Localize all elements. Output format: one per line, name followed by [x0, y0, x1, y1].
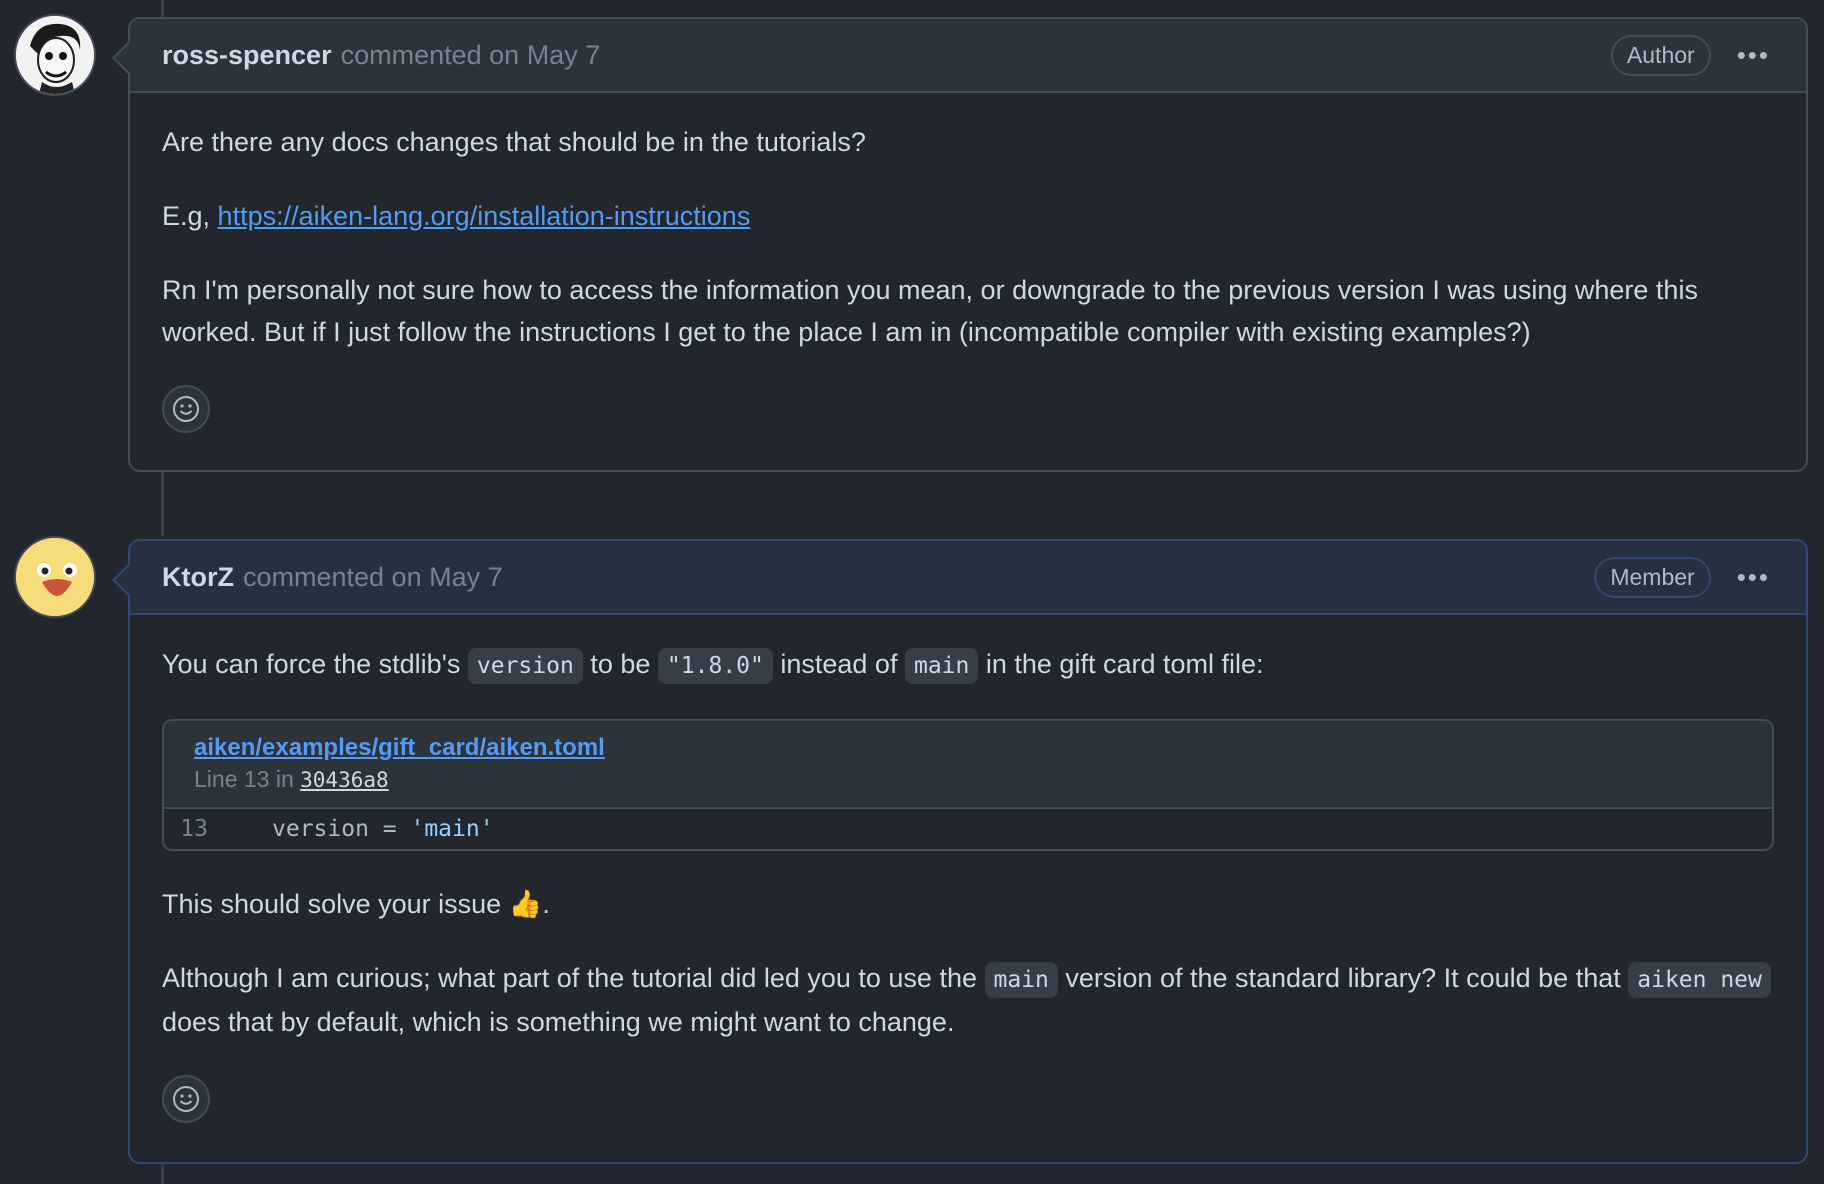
comment-header: KtorZ commented on May 7 Member ••• [130, 541, 1806, 615]
installation-link[interactable]: https://aiken-lang.org/installation-inst… [218, 201, 751, 231]
text-run: Although I am curious; what part of the … [162, 963, 977, 993]
text-run: in the gift card toml file: [985, 649, 1264, 679]
snippet-line-info: Line 13 in 30436a8 [194, 766, 389, 792]
text-run: instead of [780, 649, 898, 679]
code-string: 'main' [410, 816, 494, 842]
inline-code: main [984, 962, 1058, 998]
text-run: does that by default, which is something… [162, 1007, 955, 1037]
comment-paragraph: Are there any docs changes that should b… [162, 127, 866, 157]
inline-code: aiken new [1628, 962, 1771, 998]
inline-code: "1.8.0" [657, 648, 773, 684]
kebab-horizontal-icon[interactable]: ••• [1733, 562, 1774, 593]
thumbs-up-emoji: 👍 [508, 889, 543, 919]
smiley-icon [173, 1086, 199, 1112]
code-key: version = [272, 816, 411, 842]
comment-ross-spencer: ross-spencer commented on May 7 Author •… [112, 17, 1808, 472]
snippet-file-link[interactable]: aiken/examples/gift_card/aiken.toml [194, 733, 1742, 763]
comment-body: Are there any docs changes that should b… [130, 93, 1806, 463]
comment-timestamp[interactable]: commented on May 7 [341, 40, 601, 71]
add-reaction-button[interactable] [162, 385, 210, 433]
comment-paragraph: This should solve your issue 👍. [162, 883, 1774, 925]
commit-sha-link[interactable]: 30436a8 [300, 768, 389, 792]
comment-body: You can force the stdlib's version to be… [130, 615, 1806, 1153]
comment-paragraph: Rn I'm personally not sure how to access… [162, 275, 1698, 347]
code-snippet: aiken/examples/gift_card/aiken.toml Line… [162, 719, 1774, 851]
timeline-line-middle [161, 472, 164, 536]
comment-header: ross-spencer commented on May 7 Author •… [130, 19, 1806, 93]
text-run: Line 13 in [194, 766, 294, 792]
timeline-line-bottom [161, 1164, 164, 1184]
line-number[interactable]: 13 [164, 809, 236, 849]
inline-code: main [904, 648, 979, 684]
comment-paragraph: You can force the stdlib's version to be… [162, 643, 1774, 687]
kebab-horizontal-icon[interactable]: ••• [1733, 40, 1774, 71]
comment-author[interactable]: KtorZ [162, 562, 234, 593]
avatar-ross-spencer[interactable] [14, 14, 96, 96]
comment-ktorz: KtorZ commented on May 7 Member ••• You … [112, 539, 1808, 1164]
timeline-line-top [161, 0, 164, 17]
text-run: This should solve your issue [162, 889, 502, 919]
add-reaction-button[interactable] [162, 1075, 210, 1123]
smiley-icon [173, 396, 199, 422]
comment-paragraph: Although I am curious; what part of the … [162, 957, 1774, 1043]
text-run: to be [590, 649, 651, 679]
text-run: You can force the stdlib's [162, 649, 461, 679]
snippet-header: aiken/examples/gift_card/aiken.toml Line… [164, 721, 1772, 809]
avatar-ktorz[interactable] [14, 536, 96, 618]
code-line: version = 'main' [236, 809, 494, 849]
comment-timestamp[interactable]: commented on May 7 [243, 562, 503, 593]
text-prefix: E.g, [162, 201, 211, 231]
comment-author[interactable]: ross-spencer [162, 40, 332, 71]
text-run: . [542, 889, 550, 919]
inline-code: version [467, 648, 583, 684]
snippet-code-line: 13 version = 'main' [164, 809, 1772, 849]
text-run: version of the standard library? It coul… [1065, 963, 1621, 993]
member-badge: Member [1594, 556, 1711, 598]
comment-paragraph: E.g, https://aiken-lang.org/installation… [162, 195, 1774, 237]
author-badge: Author [1610, 34, 1711, 76]
